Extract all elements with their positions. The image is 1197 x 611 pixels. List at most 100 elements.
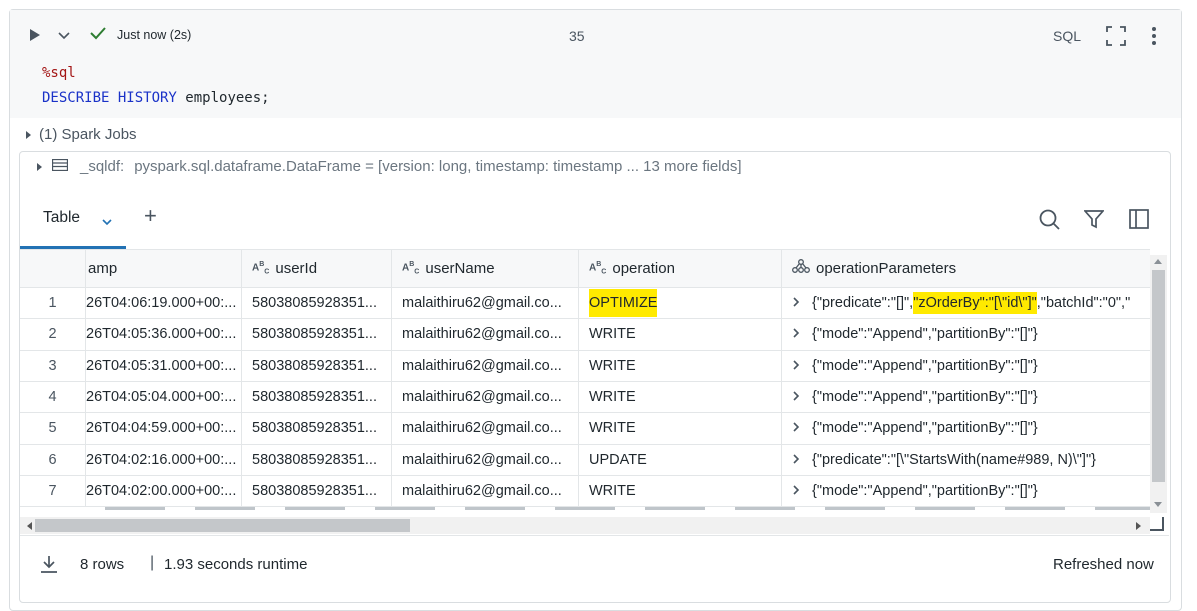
cell-userid[interactable]: 58038085928351... bbox=[242, 444, 392, 476]
resize-grip[interactable] bbox=[1150, 517, 1164, 531]
cell-timestamp[interactable]: 26T04:05:04.000+00:... bbox=[86, 381, 242, 413]
column-header-username[interactable]: ABC userName bbox=[392, 249, 579, 287]
tab-table[interactable]: Table bbox=[20, 200, 126, 249]
filter-icon[interactable] bbox=[1083, 209, 1105, 234]
param-text: {"mode":"Append","partitionBy":"[]"} bbox=[812, 482, 1038, 499]
cell-operation[interactable]: WRITE bbox=[579, 381, 782, 413]
horizontal-scrollbar[interactable] bbox=[20, 517, 1150, 534]
cell-operation[interactable]: WRITE bbox=[579, 413, 782, 445]
cell-userid[interactable]: 58038085928351... bbox=[242, 413, 392, 445]
param-text: {"mode":"Append","partitionBy":"[]"} bbox=[812, 357, 1038, 374]
cell-operation-parameters[interactable]: {"predicate":"[\"StartsWith(name#989, N)… bbox=[782, 445, 1150, 476]
cell-operation[interactable]: WRITE bbox=[579, 475, 782, 507]
cell-operation[interactable]: UPDATE bbox=[579, 444, 782, 476]
cell-operation[interactable]: WRITE bbox=[579, 319, 782, 351]
code-token: DESCRIBE HISTORY bbox=[42, 90, 186, 106]
chevron-right-icon[interactable] bbox=[792, 382, 800, 412]
kebab-menu-icon[interactable] bbox=[1151, 26, 1157, 51]
code-editor[interactable]: %sql DESCRIBE HISTORY employees; bbox=[10, 60, 1181, 118]
cell-operation-parameters[interactable]: {"mode":"Append","partitionBy":"[]"} bbox=[782, 351, 1150, 382]
sidebar-panel-icon[interactable] bbox=[1129, 209, 1149, 234]
horizontal-scroll-thumb[interactable] bbox=[35, 519, 410, 532]
chevron-right-icon[interactable] bbox=[792, 476, 800, 506]
cell-timestamp-text: 26T04:06:19.000+00:... bbox=[86, 295, 237, 311]
row-number[interactable]: 3 bbox=[20, 350, 86, 382]
chevron-down-icon bbox=[102, 213, 112, 231]
chevron-right-icon[interactable] bbox=[792, 351, 800, 381]
code-line-1: %sql bbox=[42, 65, 76, 81]
cell-username[interactable]: malaithiru62@gmail.co... bbox=[392, 444, 579, 476]
cell-userid[interactable]: 58038085928351... bbox=[242, 288, 392, 319]
cell-username[interactable]: malaithiru62@gmail.co... bbox=[392, 381, 579, 413]
cell-timestamp[interactable]: 26T04:02:00.000+00:... bbox=[86, 475, 242, 507]
cell-operation[interactable]: WRITE bbox=[579, 350, 782, 382]
cell-timestamp-text: 26T04:04:59.000+00:... bbox=[86, 420, 237, 437]
column-header-timestamp[interactable]: amp bbox=[86, 249, 242, 287]
spark-jobs-label: (1) Spark Jobs bbox=[39, 126, 137, 143]
chevron-right-icon[interactable] bbox=[792, 288, 800, 318]
column-header-operation[interactable]: ABC operation bbox=[579, 249, 782, 287]
cell-userid[interactable]: 58038085928351... bbox=[242, 381, 392, 413]
cell-userid[interactable]: 58038085928351... bbox=[242, 350, 392, 382]
cell-timestamp[interactable]: 26T04:04:59.000+00:... bbox=[86, 413, 242, 445]
cell-timestamp[interactable]: 26T04:06:19.000+00:... bbox=[86, 288, 242, 319]
table-icon bbox=[51, 158, 69, 175]
cell-username[interactable]: malaithiru62@gmail.co... bbox=[392, 288, 579, 319]
cell-operation-parameters[interactable]: {"mode":"Append","partitionBy":"[]"} bbox=[782, 476, 1150, 507]
cell-operation-parameters[interactable]: {"mode":"Append","partitionBy":"[]"} bbox=[782, 382, 1150, 413]
runtime-label: 1.93 seconds runtime bbox=[164, 556, 308, 573]
scroll-left-arrow[interactable] bbox=[27, 522, 32, 530]
row-number[interactable]: 4 bbox=[20, 381, 86, 413]
string-type-icon: ABC bbox=[589, 260, 607, 276]
row-number[interactable]: 2 bbox=[20, 319, 86, 351]
row-number[interactable]: 6 bbox=[20, 444, 86, 476]
vertical-scrollbar[interactable] bbox=[1150, 255, 1167, 513]
param-text: {"predicate":"[]", bbox=[812, 295, 914, 311]
scroll-down-arrow[interactable] bbox=[1154, 502, 1162, 507]
dataframe-schema-toggle[interactable]: _sqldf: pyspark.sql.dataframe.DataFrame … bbox=[37, 158, 742, 175]
cell-userid[interactable]: 58038085928351... bbox=[242, 319, 392, 351]
language-label[interactable]: SQL bbox=[1053, 28, 1081, 44]
column-label: userId bbox=[275, 259, 318, 277]
row-number-text: 1 bbox=[48, 295, 57, 311]
chevron-down-icon[interactable] bbox=[58, 27, 70, 40]
cell-timestamp[interactable]: 26T04:02:16.000+00:... bbox=[86, 444, 242, 476]
cell-operation-text: WRITE bbox=[589, 482, 636, 499]
cell-operation-parameters[interactable]: {"mode":"Append","partitionBy":"[]"} bbox=[782, 413, 1150, 444]
chevron-right-icon[interactable] bbox=[792, 413, 800, 443]
cell-operation-parameters[interactable]: {"predicate":"[]","zOrderBy":"[\"id\"]",… bbox=[782, 288, 1150, 319]
cell-operation-parameters[interactable]: {"mode":"Append","partitionBy":"[]"} bbox=[782, 319, 1150, 350]
code-token: employees; bbox=[185, 90, 270, 106]
cell-username-text: malaithiru62@gmail.co... bbox=[402, 482, 562, 499]
row-number-text: 7 bbox=[48, 482, 57, 499]
scroll-up-arrow[interactable] bbox=[1154, 259, 1162, 264]
spark-jobs-toggle[interactable]: (1) Spark Jobs bbox=[26, 126, 137, 143]
row-number-text: 3 bbox=[48, 357, 57, 374]
scroll-right-arrow[interactable] bbox=[1136, 522, 1141, 530]
cell-operation-text: UPDATE bbox=[589, 451, 647, 468]
table-row: 3 26T04:05:31.000+00:... 58038085928351...… bbox=[20, 349, 1150, 382]
row-number[interactable]: 7 bbox=[20, 475, 86, 507]
chevron-right-icon[interactable] bbox=[792, 319, 800, 349]
column-header-rownum bbox=[20, 249, 86, 287]
vertical-scroll-thumb[interactable] bbox=[1152, 270, 1165, 482]
cell-userid[interactable]: 58038085928351... bbox=[242, 475, 392, 507]
search-icon[interactable] bbox=[1039, 209, 1060, 235]
row-count: 8 rows bbox=[80, 556, 125, 573]
column-header-operationparameters[interactable]: operationParameters bbox=[782, 249, 1150, 287]
add-tab-button[interactable]: + bbox=[144, 203, 157, 229]
chevron-right-icon[interactable] bbox=[792, 445, 800, 475]
cell-operation[interactable]: OPTIMIZE bbox=[579, 288, 782, 319]
cell-timestamp[interactable]: 26T04:05:31.000+00:... bbox=[86, 350, 242, 382]
cell-timestamp[interactable]: 26T04:05:36.000+00:... bbox=[86, 319, 242, 351]
fullscreen-icon[interactable] bbox=[1106, 26, 1126, 51]
row-number[interactable]: 5 bbox=[20, 413, 86, 445]
cell-username[interactable]: malaithiru62@gmail.co... bbox=[392, 350, 579, 382]
cell-username[interactable]: malaithiru62@gmail.co... bbox=[392, 413, 579, 445]
cell-username[interactable]: malaithiru62@gmail.co... bbox=[392, 319, 579, 351]
row-number[interactable]: 1 bbox=[20, 288, 86, 319]
cell-username[interactable]: malaithiru62@gmail.co... bbox=[392, 475, 579, 507]
column-header-userid[interactable]: ABC userId bbox=[242, 249, 392, 287]
download-icon[interactable] bbox=[40, 555, 58, 578]
run-icon[interactable] bbox=[30, 29, 40, 41]
